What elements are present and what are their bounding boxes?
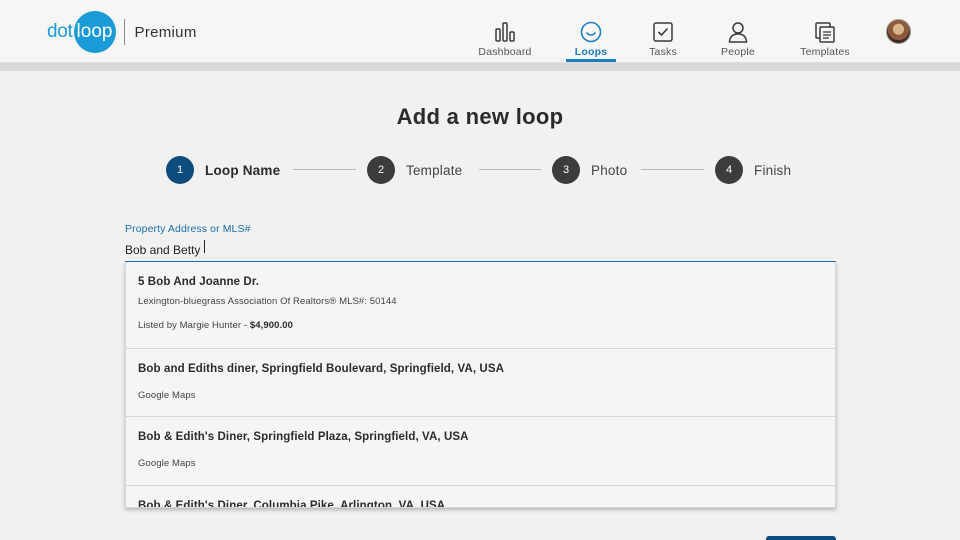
nav-tasks-label: Tasks	[649, 46, 677, 58]
step-number-2: 2	[367, 156, 395, 184]
nav-dashboard-label: Dashboard	[478, 46, 532, 58]
suggestion-item[interactable]: 5 Bob And Joanne Dr. Lexington-bluegrass…	[126, 262, 835, 349]
suggestion-item[interactable]: Bob & Edith's Diner, Springfield Plaza, …	[126, 417, 835, 486]
suggestion-title: Bob and Ediths diner, Springfield Boulev…	[138, 363, 505, 375]
nav-loops-label: Loops	[574, 46, 608, 58]
text-caret	[204, 240, 205, 253]
header-shadow-band	[0, 63, 960, 71]
step-label-finish: Finish	[754, 162, 792, 178]
step-connector	[479, 169, 541, 170]
suggestion-source: Google Maps	[138, 390, 196, 401]
suggestion-title: 5 Bob And Joanne Dr.	[138, 276, 260, 288]
dotloop-logo[interactable]: dot loop Premium	[47, 11, 197, 53]
suggestion-listing-info: Listed by Margie Hunter - $4,900.00	[138, 320, 293, 331]
property-address-input[interactable]	[125, 238, 836, 262]
logo-divider	[123, 19, 125, 45]
suggestion-item[interactable]: Bob & Edith's Diner, Columbia Pike, Arli…	[126, 486, 835, 508]
person-icon	[728, 22, 748, 43]
nav-tasks[interactable]: Tasks	[643, 0, 683, 62]
nav-templates[interactable]: Templates	[797, 0, 853, 62]
nav-loops[interactable]: Loops	[566, 0, 616, 62]
step-connector	[293, 169, 356, 170]
suggestion-source: Google Maps	[138, 458, 196, 469]
step-finish: 4 Finish	[715, 156, 791, 184]
nav-templates-label: Templates	[800, 46, 850, 58]
active-tab-indicator	[566, 59, 616, 62]
step-number-1: 1	[166, 156, 194, 184]
suggestion-mls-info: Lexington-bluegrass Association Of Realt…	[138, 296, 397, 307]
step-label-template: Template	[406, 162, 463, 178]
plan-tier-label: Premium	[134, 23, 197, 41]
listing-price: $4,900.00	[249, 320, 294, 331]
top-navigation-bar: dot loop Premium Dashboard Loops Tasks P…	[0, 0, 960, 63]
step-number-4: 4	[715, 156, 743, 184]
step-number-3: 3	[552, 156, 580, 184]
step-label-loop-name: Loop Name	[205, 162, 281, 178]
nav-people-label: People	[721, 46, 755, 58]
suggestion-title: Bob & Edith's Diner, Columbia Pike, Arli…	[138, 500, 446, 508]
step-template: 2 Template	[367, 156, 462, 184]
step-connector	[641, 169, 704, 170]
nav-people[interactable]: People	[716, 0, 760, 62]
listing-agent-text: Listed by Margie Hunter -	[138, 320, 250, 331]
user-avatar[interactable]	[886, 19, 911, 44]
address-suggestions-dropdown[interactable]: 5 Bob And Joanne Dr. Lexington-bluegrass…	[125, 262, 836, 508]
step-photo: 3 Photo	[552, 156, 627, 184]
page-title: Add a new loop	[396, 104, 564, 129]
address-field-label: Property Address or MLS#	[125, 223, 251, 235]
smile-circle-icon	[580, 21, 602, 43]
suggestion-title: Bob & Edith's Diner, Springfield Plaza, …	[138, 431, 469, 443]
checkbox-icon	[653, 22, 673, 42]
stacked-pages-icon	[815, 22, 835, 43]
next-button[interactable]	[766, 536, 836, 540]
logo-loop-circle: loop	[73, 11, 116, 53]
step-loop-name: 1 Loop Name	[166, 156, 280, 184]
step-label-photo: Photo	[591, 162, 628, 178]
suggestion-item[interactable]: Bob and Ediths diner, Springfield Boulev…	[126, 349, 835, 417]
bar-chart-icon	[495, 22, 515, 42]
nav-dashboard[interactable]: Dashboard	[477, 0, 533, 62]
logo-dot-text: dot	[47, 21, 73, 42]
